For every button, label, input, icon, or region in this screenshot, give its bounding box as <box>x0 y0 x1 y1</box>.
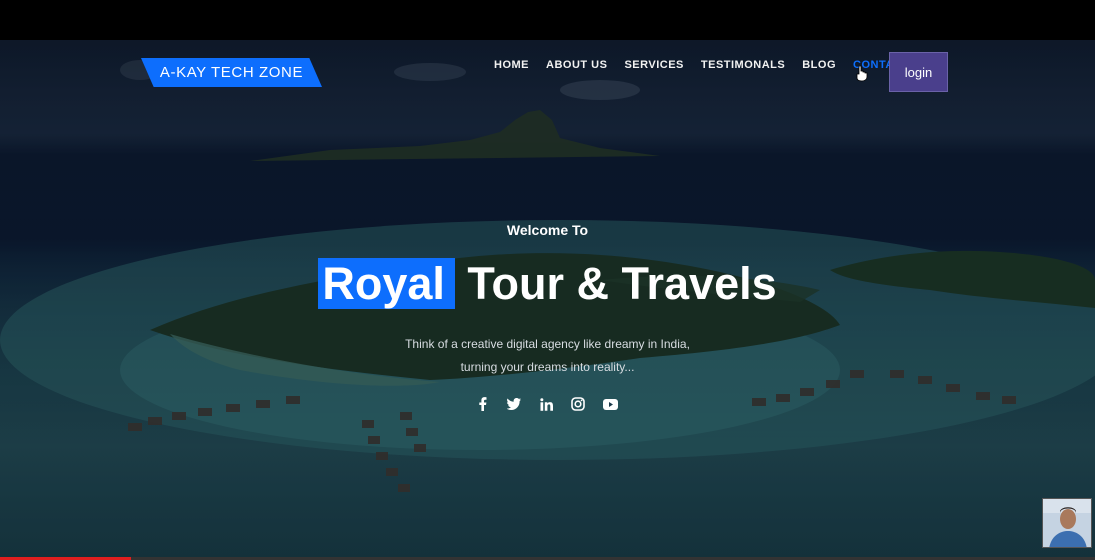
webcam-overlay <box>1042 498 1092 548</box>
linkedin-icon[interactable] <box>538 396 554 412</box>
hero-title-highlight: Royal <box>318 258 455 309</box>
instagram-icon[interactable] <box>570 396 586 412</box>
mouse-cursor-icon <box>856 65 868 82</box>
brand-logo[interactable]: A-KAY TECH ZONE <box>141 58 322 87</box>
login-button-label: login <box>904 64 933 80</box>
hero-title: Royal Tour & Travels <box>0 255 1095 313</box>
hero-section: A-KAY TECH ZONE HOME ABOUT US SERVICES T… <box>0 40 1095 560</box>
hero-description-line-2: turning your dreams into reality... <box>460 360 635 374</box>
facebook-icon[interactable] <box>474 396 490 412</box>
login-button[interactable]: login <box>889 52 948 92</box>
nav-blog[interactable]: BLOG <box>802 59 836 71</box>
presenter-avatar <box>1043 499 1091 547</box>
youtube-icon[interactable] <box>602 396 618 412</box>
social-links <box>474 396 618 412</box>
nav-testimonials[interactable]: TESTIMONALS <box>701 59 785 71</box>
nav-services[interactable]: SERVICES <box>624 59 683 71</box>
brand-name: A-KAY TECH ZONE <box>159 64 304 81</box>
hero-description: Think of a creative digital agency like … <box>0 333 1095 379</box>
welcome-text: Welcome To <box>506 222 589 238</box>
nav-about-us[interactable]: ABOUT US <box>546 59 607 71</box>
hero-title-rest: Tour & Travels <box>454 258 777 309</box>
nav-home[interactable]: HOME <box>494 59 529 71</box>
twitter-icon[interactable] <box>506 396 522 412</box>
hero-description-line-1: Think of a creative digital agency like … <box>405 337 690 351</box>
top-black-bar <box>0 0 1095 40</box>
